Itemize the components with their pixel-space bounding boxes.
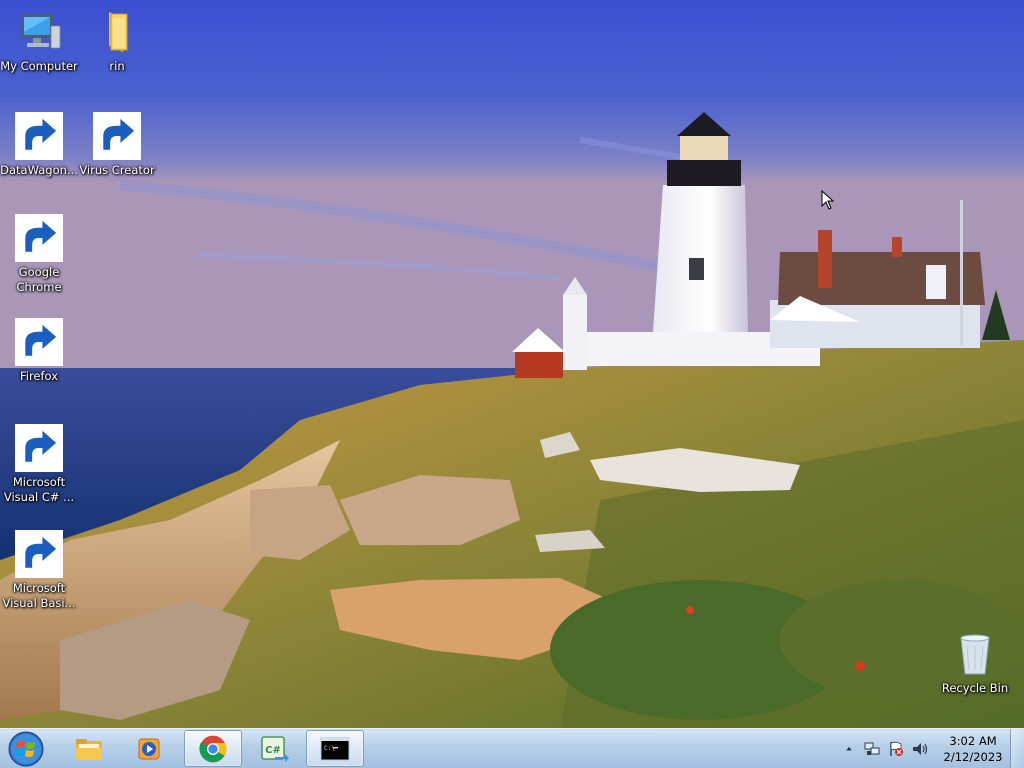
shortcut-arrow-icon [15, 112, 63, 160]
clock[interactable]: 3:02 AM 2/12/2023 [938, 733, 1008, 765]
desktop-icon-label: Firefox [19, 369, 59, 383]
folder-icon [93, 8, 141, 56]
shortcut-arrow-icon [15, 424, 63, 472]
desktop[interactable]: My Computer rin DataWagon... Virus Creat… [0, 0, 1024, 768]
shortcut-arrow-icon [93, 112, 141, 160]
desktop-icon-label: My Computer [0, 59, 78, 73]
taskbar-media-player-button[interactable] [120, 730, 178, 767]
svg-text:C:\: C:\ [324, 745, 335, 752]
desktop-icon-label: Microsoft Visual Basi... [2, 581, 76, 610]
chevron-up-icon[interactable] [845, 740, 857, 758]
desktop-icon-google-chrome[interactable]: Google Chrome [0, 214, 78, 295]
action-center-flag-icon[interactable] [887, 740, 905, 758]
desktop-icon-recycle-bin[interactable]: Recycle Bin [936, 630, 1014, 696]
visual-basic-icon: VB [15, 530, 63, 578]
taskbar-command-prompt-button[interactable]: C:\ [306, 730, 364, 767]
start-button[interactable] [4, 730, 48, 768]
desktop-icon-label: Google Chrome [16, 265, 62, 294]
desktop-icon-visual-basic[interactable]: VB Microsoft Visual Basi... [0, 530, 78, 611]
chrome-icon [15, 214, 63, 262]
shortcut-arrow-icon [15, 318, 63, 366]
desktop-icon-firefox[interactable]: Firefox [0, 318, 78, 384]
desktop-icon-label: Microsoft Visual C# ... [3, 475, 75, 504]
svg-text:C#: C# [265, 745, 281, 756]
recycle-bin-icon [951, 630, 999, 678]
cmd-icon: C:\ [320, 737, 350, 760]
windows-start-icon [8, 731, 44, 767]
taskbar: C# C:\ 3:02 AM 2/12/2023 [0, 728, 1024, 768]
chrome-icon [199, 735, 227, 762]
desktop-icon-label: rin [109, 59, 125, 73]
virus-creator-icon [93, 112, 141, 160]
desktop-icon-rin-folder[interactable]: rin [78, 8, 156, 74]
show-desktop-button[interactable] [1010, 729, 1024, 768]
shortcut-arrow-icon [15, 214, 63, 262]
media-player-icon [138, 738, 160, 759]
shortcut-arrow-icon [15, 530, 63, 578]
computer-icon [15, 8, 63, 56]
taskbar-file-explorer-button[interactable] [60, 730, 118, 767]
firefox-icon [15, 318, 63, 366]
taskbar-chrome-button[interactable] [184, 730, 242, 767]
mouse-cursor-icon [821, 190, 835, 210]
clock-time: 3:02 AM [949, 734, 997, 748]
desktop-icon-virus-creator[interactable]: Virus Creator [78, 112, 156, 178]
volume-icon[interactable] [911, 740, 929, 758]
visual-csharp-icon: C# [15, 424, 63, 472]
system-tray: 3:02 AM 2/12/2023 [842, 729, 1008, 768]
desktop-icon-datawagon[interactable]: DataWagon... [0, 112, 78, 178]
clock-date: 2/12/2023 [943, 750, 1003, 764]
desktop-icon-label: Recycle Bin [941, 681, 1009, 695]
desktop-icon-visual-csharp[interactable]: C# Microsoft Visual C# ... [0, 424, 78, 505]
network-icon[interactable] [863, 740, 881, 758]
taskbar-visual-csharp-button[interactable]: C# [246, 730, 304, 767]
desktop-icon-my-computer[interactable]: My Computer [0, 8, 78, 74]
desktop-icon-label: DataWagon... [0, 163, 78, 177]
explorer-icon [76, 738, 102, 760]
visual-csharp-icon: C# [261, 735, 289, 762]
desktop-icon-label: Virus Creator [79, 163, 155, 177]
datawagon-icon [15, 112, 63, 160]
